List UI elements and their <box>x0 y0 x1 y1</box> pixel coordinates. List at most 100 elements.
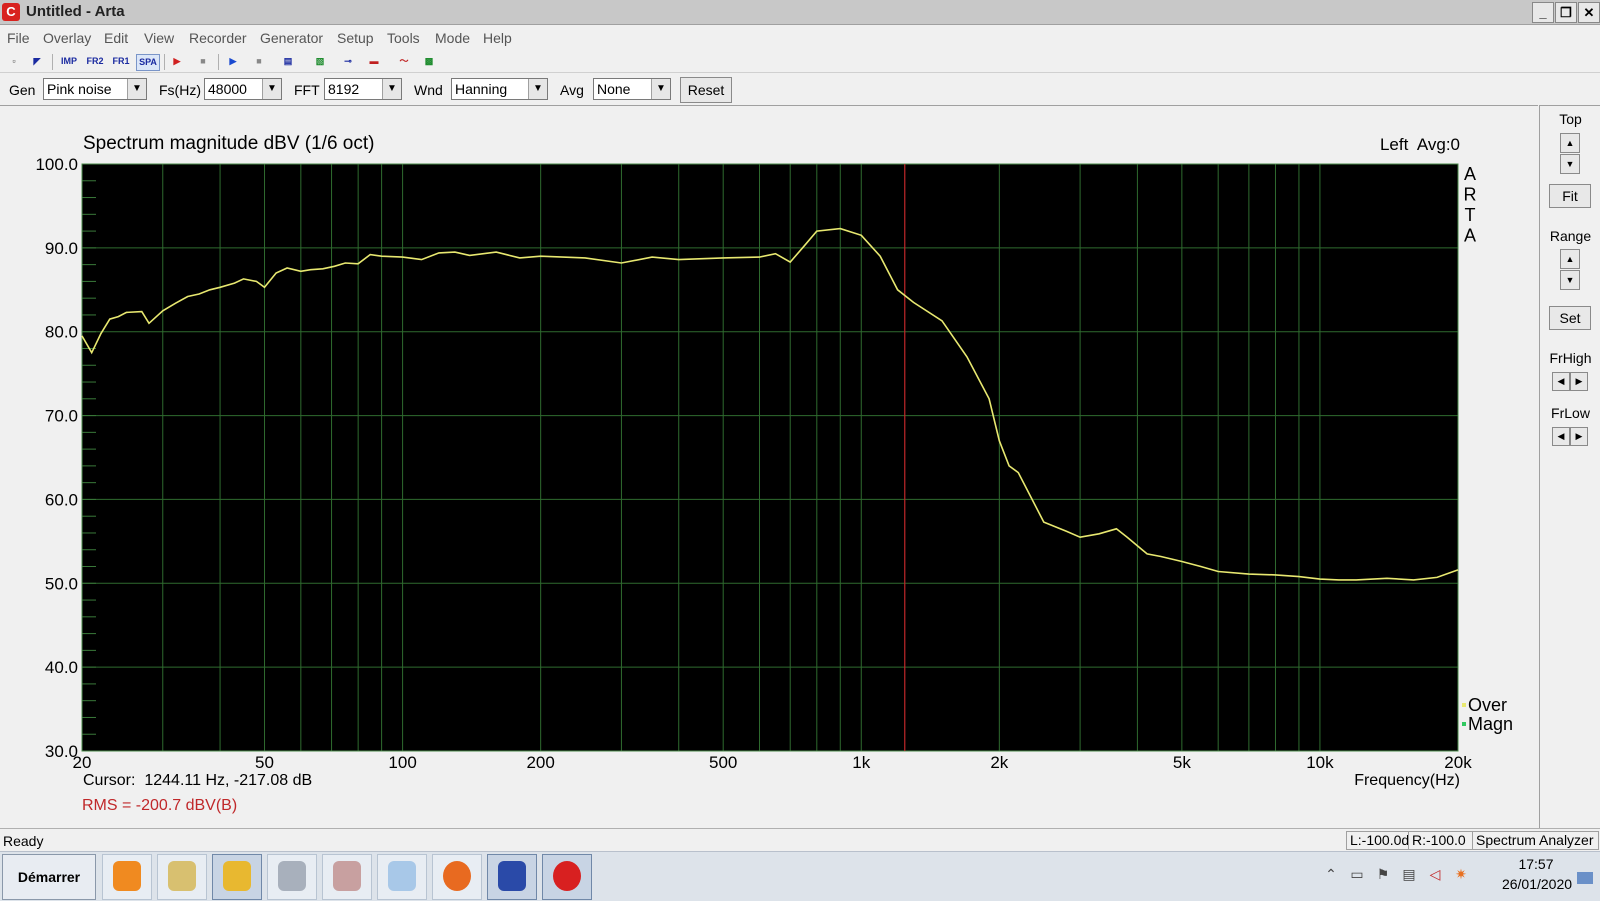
sample-rate-select[interactable]: 48000 ▼ <box>204 78 282 100</box>
probe-icon[interactable]: ⊸ <box>339 54 357 69</box>
menu-bar: File Overlay Edit View Recorder Generato… <box>0 25 1600 51</box>
set-button[interactable]: Set <box>1549 306 1591 330</box>
range-down-button[interactable]: ▼ <box>1560 270 1580 290</box>
files-taskbar-button[interactable] <box>212 854 262 900</box>
y-tick-label: 100.0 <box>35 155 78 174</box>
grid-icon[interactable]: ▧ <box>311 54 329 69</box>
clock-time[interactable]: 17:57 <box>1506 856 1566 872</box>
scope-icon[interactable]: 〜 <box>395 54 413 69</box>
menu-edit[interactable]: Edit <box>104 30 128 46</box>
x-axis-label: Frequency(Hz) <box>1354 772 1460 789</box>
app-tray-icon[interactable]: ✷ <box>1452 866 1470 884</box>
y-tick-label: 60.0 <box>45 490 78 509</box>
title-bar: C Untitled - Arta _ ❐ ✕ <box>0 0 1600 25</box>
chevron-down-icon[interactable]: ▼ <box>528 79 547 99</box>
frhigh-left-button[interactable]: ◀ <box>1552 372 1570 391</box>
record-icon[interactable]: ▶ <box>168 54 186 69</box>
snipping-tool-taskbar-button[interactable] <box>322 854 372 900</box>
maximize-button[interactable]: ❐ <box>1555 2 1577 23</box>
show-hidden-icons-icon[interactable]: ⌃ <box>1322 866 1340 884</box>
plot-title: Spectrum magnitude dBV (1/6 oct) <box>83 133 374 154</box>
frlow-right-button[interactable]: ▶ <box>1570 427 1588 446</box>
minimize-button[interactable]: _ <box>1532 2 1554 23</box>
frhigh-right-button[interactable]: ▶ <box>1570 372 1588 391</box>
range-up-button[interactable]: ▲ <box>1560 249 1580 269</box>
folder-icon <box>223 861 251 891</box>
window-title: Untitled - Arta <box>26 3 125 20</box>
top-up-button[interactable]: ▲ <box>1560 133 1580 153</box>
reset-button[interactable]: Reset <box>680 77 732 103</box>
chevron-down-icon[interactable]: ▼ <box>651 79 670 99</box>
menu-mode[interactable]: Mode <box>435 30 470 46</box>
flag-icon[interactable]: ⚑ <box>1374 866 1392 884</box>
x-tick-label: 1k <box>852 753 870 772</box>
menu-generator[interactable]: Generator <box>260 30 323 46</box>
action-center-icon[interactable]: ▭ <box>1348 866 1366 884</box>
averaging-select[interactable]: None ▼ <box>593 78 671 100</box>
new-icon[interactable]: ▫ <box>5 54 23 69</box>
window-label: Wnd <box>414 82 443 98</box>
rms-readout: RMS = -200.7 dBV(B) <box>82 797 237 814</box>
abc-icon[interactable]: ▤ <box>279 54 297 69</box>
open-icon[interactable]: ◤ <box>28 54 46 69</box>
impulse-mode-button[interactable]: IMP <box>58 54 80 69</box>
fft-size-select[interactable]: 8192 ▼ <box>324 78 402 100</box>
menu-recorder[interactable]: Recorder <box>189 30 247 46</box>
calculator-taskbar-button[interactable] <box>267 854 317 900</box>
chevron-down-icon[interactable]: ▼ <box>262 79 281 99</box>
generator-select[interactable]: Pink noise ▼ <box>43 78 147 100</box>
spectrum-chart[interactable]: Spectrum magnitude dBV (1/6 oct) Left Av… <box>0 106 1538 828</box>
x-tick-label: 50 <box>255 753 274 772</box>
toolbar: ▫ ◤ IMP FR2 FR1 SPA ▶ ■ ▶ ■ ▤ ▧ ⊸ ▬ 〜 ▩ <box>0 52 1600 73</box>
arta-watermark-letter: T <box>1465 205 1476 225</box>
fit-button[interactable]: Fit <box>1549 184 1591 208</box>
status-text: Ready <box>3 833 44 849</box>
chevron-down-icon[interactable]: ▼ <box>127 79 146 99</box>
arta-app-icon[interactable]: C <box>2 3 20 21</box>
x-tick-label: 2k <box>990 753 1008 772</box>
chevron-down-icon[interactable]: ▼ <box>382 79 401 99</box>
window-function-select[interactable]: Hanning ▼ <box>451 78 548 100</box>
windows-taskbar: Démarrer ⌃ ▭ ⚑ ▤ ◁ ✷ 17:57 26/01/2020 <box>0 851 1600 901</box>
legend-label: Magn <box>1468 714 1513 734</box>
menu-overlay[interactable]: Overlay <box>43 30 91 46</box>
spa-mode-button[interactable]: SPA <box>136 54 160 71</box>
frlow-left-button[interactable]: ◀ <box>1552 427 1570 446</box>
right-level-readout: R:-100.0 <box>1408 831 1473 850</box>
clock-date[interactable]: 26/01/2020 <box>1497 876 1577 892</box>
menu-file[interactable]: File <box>7 30 30 46</box>
menu-help[interactable]: Help <box>483 30 512 46</box>
media-player-taskbar-button[interactable] <box>102 854 152 900</box>
limp-taskbar-button[interactable] <box>487 854 537 900</box>
x-tick-label: 5k <box>1173 753 1191 772</box>
play-icon[interactable]: ▶ <box>224 54 242 69</box>
volume-muted-icon[interactable]: ◁ <box>1426 866 1444 884</box>
start-button[interactable]: Démarrer <box>2 854 96 900</box>
stop-generator-icon[interactable]: ■ <box>250 54 268 69</box>
range-label: Range <box>1549 228 1592 244</box>
explorer-taskbar-button[interactable] <box>157 854 207 900</box>
analyzer-settings-bar: Gen Pink noise ▼ Fs(Hz) 48000 ▼ FFT 8192… <box>0 74 1600 104</box>
level-meter-icon[interactable]: ▬ <box>365 54 383 69</box>
paint-icon <box>388 861 416 891</box>
x-tick-label: 100 <box>388 753 416 772</box>
y-tick-label: 30.0 <box>45 742 78 761</box>
frhigh-label: FrHigh <box>1549 350 1592 366</box>
fr2-mode-button[interactable]: FR2 <box>84 54 106 69</box>
toolbar-separator <box>218 54 219 70</box>
firefox-taskbar-button[interactable] <box>432 854 482 900</box>
fr1-mode-button[interactable]: FR1 <box>110 54 132 69</box>
top-down-button[interactable]: ▼ <box>1560 154 1580 174</box>
stop-icon[interactable]: ■ <box>194 54 212 69</box>
graph-icon[interactable]: ▩ <box>420 54 438 69</box>
menu-tools[interactable]: Tools <box>387 30 420 46</box>
show-desktop-icon[interactable] <box>1577 872 1593 884</box>
menu-view[interactable]: View <box>144 30 174 46</box>
paint-taskbar-button[interactable] <box>377 854 427 900</box>
generator-value: Pink noise <box>47 81 112 97</box>
arta-watermark-letter: R <box>1464 185 1477 205</box>
network-icon[interactable]: ▤ <box>1400 866 1418 884</box>
menu-setup[interactable]: Setup <box>337 30 374 46</box>
close-button[interactable]: ✕ <box>1578 2 1600 23</box>
arta-taskbar-button[interactable] <box>542 854 592 900</box>
